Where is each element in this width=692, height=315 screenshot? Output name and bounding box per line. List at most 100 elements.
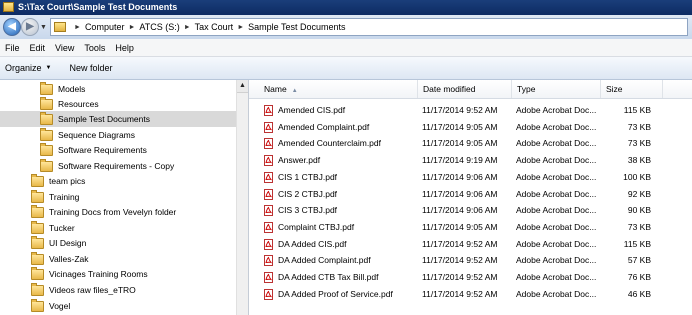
- folder-icon: [54, 22, 66, 32]
- nav-item-sequence-diagrams[interactable]: Sequence Diagrams: [0, 127, 248, 143]
- file-size: 100 KB: [623, 171, 651, 182]
- chevron-right-icon[interactable]: ►: [74, 24, 81, 31]
- menu-help[interactable]: Help: [110, 43, 139, 53]
- file-row[interactable]: Amended CIS.pdf 11/17/2014 9:52 AM Adobe A…: [249, 102, 692, 119]
- file-row[interactable]: CIS 1 CTBJ.pdf 11/17/2014 9:06 AM Adobe Ac…: [249, 169, 692, 186]
- file-date-modified: 11/17/2014 9:52 AM: [422, 105, 498, 115]
- file-row[interactable]: Complaint CTBJ.pdf 11/17/2014 9:05 AM Adob…: [249, 219, 692, 236]
- folder-icon: [40, 111, 53, 125]
- file-row[interactable]: Answer.pdf 11/17/2014 9:19 AM Adobe Acroba…: [249, 152, 692, 169]
- nav-item-resources[interactable]: Resources: [0, 96, 248, 112]
- folder-icon: [31, 204, 44, 218]
- navigation-pane: Models Resources Sample Test Documents S…: [0, 80, 249, 315]
- file-date-modified: 11/17/2014 9:05 AM: [422, 121, 498, 132]
- nav-item-sample-test-documents[interactable]: Sample Test Documents: [0, 111, 248, 127]
- file-size: 115 KB: [623, 238, 651, 249]
- column-header-size[interactable]: Size: [601, 80, 663, 98]
- nav-item-valles-zak[interactable]: Valles-Zak: [0, 251, 248, 267]
- menu-tools[interactable]: Tools: [79, 43, 110, 53]
- folder-icon: [31, 173, 44, 187]
- file-row[interactable]: DA Added Proof of Service.pdf 11/17/2014 …: [249, 286, 692, 303]
- file-date-modified: 11/17/2014 9:05 AM: [422, 221, 498, 232]
- nav-item-vogel[interactable]: Vogel: [0, 298, 248, 314]
- file-name: DA Added Proof of Service.pdf: [278, 288, 393, 299]
- pdf-file-icon: [263, 171, 274, 183]
- file-row[interactable]: DA Added Complaint.pdf 11/17/2014 9:52 AM…: [249, 252, 692, 269]
- file-date-modified: 11/17/2014 9:05 AM: [422, 138, 498, 149]
- file-date-modified: 11/17/2014 9:06 AM: [422, 171, 498, 182]
- nav-item-label: Sample Test Documents: [58, 114, 150, 124]
- chevron-right-icon[interactable]: ►: [128, 24, 135, 31]
- chevron-right-icon[interactable]: ►: [184, 24, 191, 31]
- nav-item-videos-raw-files[interactable]: Videos raw files_eTRO: [0, 282, 248, 298]
- nav-item-models[interactable]: Models: [0, 81, 248, 97]
- nav-item-software-requirements[interactable]: Software Requirements: [0, 142, 248, 158]
- column-header-name[interactable]: Name ▲: [249, 80, 418, 98]
- arrow-left-icon: ◀: [8, 21, 16, 32]
- nav-item-software-requirements-copy[interactable]: Software Requirements - Copy: [0, 158, 248, 174]
- menu-file[interactable]: File: [0, 43, 25, 53]
- file-size: 90 KB: [627, 205, 651, 216]
- nav-item-vicinages-training-rooms[interactable]: Vicinages Training Rooms: [0, 266, 248, 282]
- pdf-file-icon: [263, 105, 274, 116]
- pdf-file-icon: [263, 155, 274, 167]
- file-name: Amended CIS.pdf: [278, 105, 346, 115]
- breadcrumb-tax-court[interactable]: Tax Court: [195, 22, 234, 32]
- menu-view[interactable]: View: [50, 43, 79, 53]
- scroll-up-button[interactable]: ▲: [237, 80, 248, 93]
- file-size: 76 KB: [627, 272, 651, 282]
- file-row[interactable]: Amended Complaint.pdf 11/17/2014 9:05 AM A…: [249, 119, 692, 136]
- menu-edit[interactable]: Edit: [25, 43, 51, 53]
- file-size: 46 KB: [627, 288, 651, 299]
- new-folder-button[interactable]: New folder: [64, 63, 117, 73]
- nav-item-label: UI Design: [49, 238, 87, 248]
- file-date-modified: 11/17/2014 9:52 AM: [422, 272, 498, 282]
- nav-item-ui-design[interactable]: UI Design: [0, 235, 248, 251]
- folder-icon: [31, 251, 44, 265]
- forward-button[interactable]: ▶: [21, 18, 39, 36]
- file-row[interactable]: CIS 3 CTBJ.pdf 11/17/2014 9:06 AM Adobe Ac…: [249, 202, 692, 219]
- file-type: Adobe Acrobat Doc...: [516, 288, 597, 299]
- file-name: Amended Counterclaim.pdf: [278, 138, 382, 149]
- breadcrumb-computer[interactable]: Computer: [85, 22, 125, 32]
- pdf-file-icon: [263, 188, 274, 200]
- pdf-file-icon: [263, 255, 274, 267]
- address-bar[interactable]: ► Computer ► ATCS (S:) ► Tax Court ► Sam…: [50, 18, 688, 36]
- folder-icon: [31, 266, 44, 280]
- breadcrumb-drive[interactable]: ATCS (S:): [139, 22, 179, 32]
- file-name: CIS 2 CTBJ.pdf: [278, 188, 338, 199]
- pdf-file-icon: [263, 138, 274, 150]
- recent-pages-dropdown[interactable]: ▼: [40, 24, 47, 31]
- nav-item-training[interactable]: Training: [0, 189, 248, 205]
- folder-icon: [3, 2, 14, 12]
- navigation-bar: ◀ ▶ ▼ ► Computer ► ATCS (S:) ► Tax Court…: [0, 15, 692, 39]
- column-header-date[interactable]: Date modified: [418, 80, 512, 98]
- file-date-modified: 11/17/2014 9:06 AM: [422, 205, 498, 216]
- chevron-right-icon[interactable]: ►: [237, 24, 244, 31]
- menu-bar: File Edit View Tools Help: [0, 39, 692, 57]
- file-row[interactable]: DA Added CIS.pdf 11/17/2014 9:52 AM Adobe …: [249, 236, 692, 253]
- file-date-modified: 11/17/2014 9:52 AM: [422, 238, 498, 249]
- file-row[interactable]: CIS 2 CTBJ.pdf 11/17/2014 9:06 AM Adobe Ac…: [249, 186, 692, 203]
- nav-item-team-pics[interactable]: team pics: [0, 173, 248, 189]
- file-name: CIS 3 CTBJ.pdf: [278, 205, 338, 216]
- sort-ascending-icon: ▲: [291, 88, 298, 94]
- file-date-modified: 11/17/2014 9:06 AM: [422, 188, 498, 199]
- breadcrumb-sample-test-documents[interactable]: Sample Test Documents: [248, 22, 345, 32]
- file-date-modified: 11/17/2014 9:19 AM: [422, 155, 498, 166]
- file-row[interactable]: Amended Counterclaim.pdf 11/17/2014 9:05 …: [249, 135, 692, 152]
- navigation-scrollbar[interactable]: ▲: [236, 80, 248, 315]
- nav-item-tucker[interactable]: Tucker: [0, 220, 248, 236]
- nav-item-label: Resources: [58, 99, 99, 109]
- file-size: 92 KB: [627, 188, 651, 199]
- column-header-type[interactable]: Type: [512, 80, 601, 98]
- folder-icon: [40, 81, 53, 95]
- file-list: Name ▲ Date modified Type Size Amended CI…: [249, 80, 692, 315]
- nav-item-training-docs[interactable]: Training Docs from Vevelyn folder: [0, 204, 248, 220]
- folder-icon: [40, 142, 53, 156]
- window-title: S:\Tax Court\Sample Test Documents: [18, 2, 178, 12]
- organize-button[interactable]: Organize ▼: [0, 63, 56, 73]
- back-button[interactable]: ◀: [3, 18, 21, 36]
- file-row[interactable]: DA Added CTB Tax Bill.pdf 11/17/2014 9:52…: [249, 269, 692, 286]
- nav-item-label: Vogel: [49, 301, 71, 311]
